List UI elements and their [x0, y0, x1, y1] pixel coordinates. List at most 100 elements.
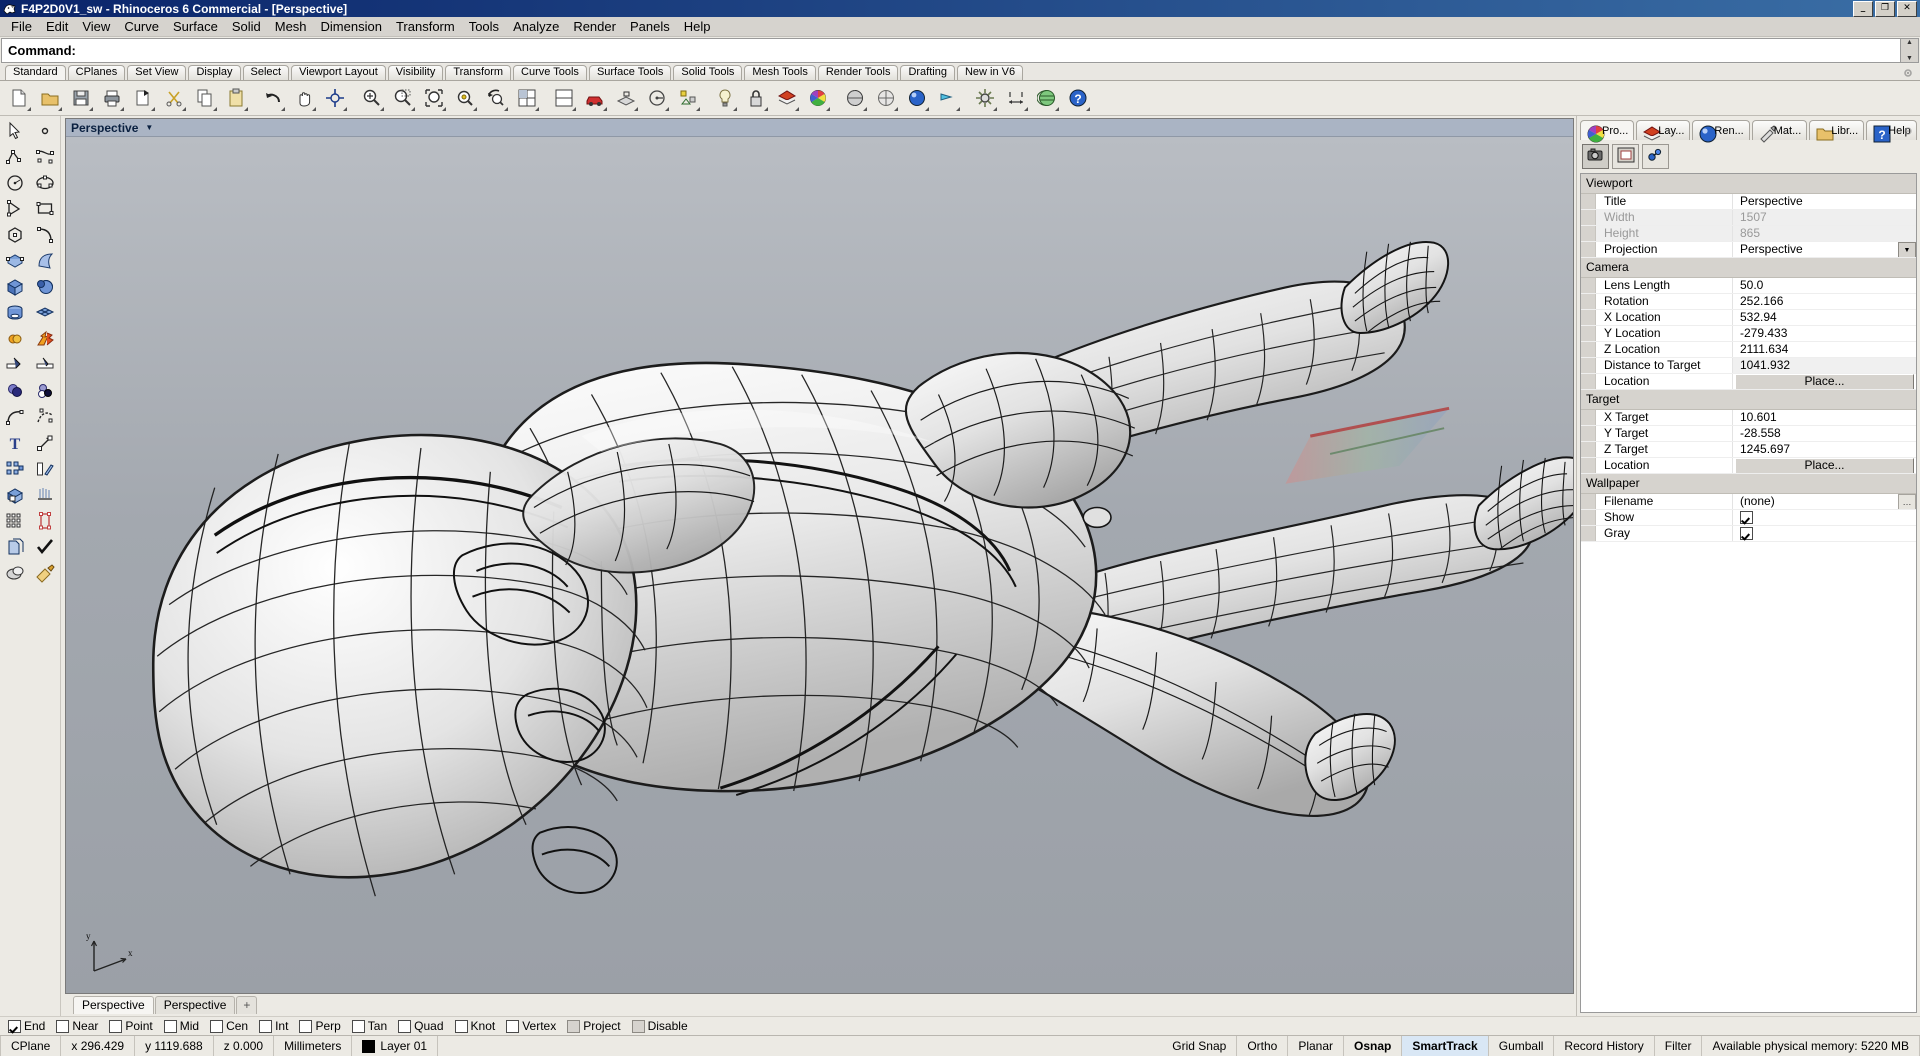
- flyout-corner-icon[interactable]: [696, 107, 700, 111]
- osnap-checkbox[interactable]: [210, 1020, 223, 1033]
- object-properties-button[interactable]: [1642, 144, 1669, 169]
- flyout-corner-icon[interactable]: [213, 107, 217, 111]
- restore-button[interactable]: ❐: [1875, 1, 1895, 17]
- flyout-corner-icon[interactable]: [281, 107, 285, 111]
- cut-scissors-button[interactable]: [159, 84, 188, 113]
- property-row-location[interactable]: LocationPlace...: [1581, 374, 1916, 390]
- zoom-extents-button[interactable]: [419, 84, 448, 113]
- flyout-corner-icon[interactable]: [120, 107, 124, 111]
- viewport-menu-chevron-down-icon[interactable]: ▼: [145, 123, 153, 132]
- options-gear-button[interactable]: [970, 84, 999, 113]
- osnap-checkbox[interactable]: [164, 1020, 177, 1033]
- extrude-button[interactable]: [0, 483, 29, 509]
- property-row-rotation[interactable]: Rotation252.166: [1581, 294, 1916, 310]
- menu-item-curve[interactable]: Curve: [117, 18, 166, 36]
- osnap-checkbox[interactable]: [8, 1020, 21, 1033]
- property-row-title[interactable]: TitlePerspective: [1581, 194, 1916, 210]
- flyout-corner-icon[interactable]: [411, 107, 415, 111]
- viewport-canvas[interactable]: y x: [66, 137, 1573, 993]
- copy-object-button[interactable]: [30, 457, 59, 483]
- property-value[interactable]: 2111.634: [1733, 342, 1916, 357]
- menu-item-edit[interactable]: Edit: [39, 18, 75, 36]
- osnap-checkbox[interactable]: [398, 1020, 411, 1033]
- browse-ellipsis-button[interactable]: …: [1898, 494, 1916, 509]
- flyout-corner-icon[interactable]: [764, 107, 768, 111]
- paste-clipboard-button[interactable]: [221, 84, 250, 113]
- menu-item-tools[interactable]: Tools: [462, 18, 506, 36]
- osnap-cen[interactable]: Cen: [210, 1019, 248, 1033]
- property-value[interactable]: 10.601: [1733, 410, 1916, 425]
- status-units[interactable]: Millimeters: [274, 1036, 352, 1056]
- four-viewport-button[interactable]: [512, 84, 541, 113]
- panel-options-gear-icon[interactable]: [1902, 125, 1914, 137]
- curve-control-points-button[interactable]: [30, 145, 59, 171]
- cylinder-button[interactable]: [0, 301, 29, 327]
- scroll-down-icon[interactable]: ▼: [1906, 55, 1913, 62]
- explode-button[interactable]: [30, 327, 59, 353]
- pan-hand-button[interactable]: [289, 84, 318, 113]
- osnap-checkbox[interactable]: [455, 1020, 468, 1033]
- rendered-sphere-button[interactable]: [902, 84, 931, 113]
- viewport-title-bar[interactable]: Perspective ▼: [66, 119, 1573, 137]
- osnap-project[interactable]: Project: [567, 1019, 620, 1033]
- property-value[interactable]: 252.166: [1733, 294, 1916, 309]
- menu-item-render[interactable]: Render: [566, 18, 623, 36]
- osnap-flat-button[interactable]: [567, 1020, 580, 1033]
- flyout-corner-icon[interactable]: [826, 107, 830, 111]
- sphere-button[interactable]: [30, 275, 59, 301]
- viewport-tab-1[interactable]: Perspective: [155, 996, 236, 1014]
- point-button[interactable]: [30, 119, 59, 145]
- osnap-flat-button[interactable]: [632, 1020, 645, 1033]
- osnap-quad[interactable]: Quad: [398, 1019, 443, 1033]
- property-row-z-target[interactable]: Z Target1245.697: [1581, 442, 1916, 458]
- osnap-checkbox[interactable]: [352, 1020, 365, 1033]
- zoom-selected-button[interactable]: [450, 84, 479, 113]
- menu-item-analyze[interactable]: Analyze: [506, 18, 566, 36]
- menu-item-help[interactable]: Help: [677, 18, 718, 36]
- flyout-corner-icon[interactable]: [795, 107, 799, 111]
- boolean-difference-button[interactable]: [0, 379, 29, 405]
- flyout-corner-icon[interactable]: [442, 107, 446, 111]
- property-checkbox[interactable]: [1740, 527, 1753, 540]
- panel-tab-mat[interactable]: Mat...: [1752, 120, 1808, 140]
- place-button[interactable]: Place...: [1735, 374, 1914, 389]
- shade-sphere-button[interactable]: [840, 84, 869, 113]
- polygon-triangle-button[interactable]: [0, 197, 29, 223]
- panel-tab-libr[interactable]: Libr...: [1809, 120, 1864, 140]
- toolbar-tab-visibility[interactable]: Visibility: [388, 65, 444, 80]
- flyout-corner-icon[interactable]: [504, 107, 508, 111]
- osnap-perp[interactable]: Perp: [299, 1019, 340, 1033]
- osnap-checkbox[interactable]: [109, 1020, 122, 1033]
- flyout-corner-icon[interactable]: [151, 107, 155, 111]
- toolbar-tab-drafting[interactable]: Drafting: [900, 65, 955, 80]
- status-grid-snap[interactable]: Grid Snap: [1162, 1036, 1237, 1056]
- property-row-show[interactable]: Show: [1581, 510, 1916, 526]
- split-button[interactable]: [30, 353, 59, 379]
- osnap-point[interactable]: Point: [109, 1019, 152, 1033]
- property-row-gray[interactable]: Gray: [1581, 526, 1916, 542]
- toolbar-tab-display[interactable]: Display: [188, 65, 240, 80]
- check-object-button[interactable]: [30, 535, 59, 561]
- flyout-corner-icon[interactable]: [1024, 107, 1028, 111]
- osnap-checkbox[interactable]: [259, 1020, 272, 1033]
- menu-item-mesh[interactable]: Mesh: [268, 18, 314, 36]
- menu-item-surface[interactable]: Surface: [166, 18, 225, 36]
- flyout-corner-icon[interactable]: [733, 107, 737, 111]
- fillet-curve-button[interactable]: [0, 405, 29, 431]
- open-file-button[interactable]: [35, 84, 64, 113]
- undo-arrow-button[interactable]: [258, 84, 287, 113]
- command-prompt-line[interactable]: Command:: [1, 38, 1900, 63]
- ellipse-button[interactable]: [30, 171, 59, 197]
- menu-item-transform[interactable]: Transform: [389, 18, 462, 36]
- surface-sweep-button[interactable]: [30, 249, 59, 275]
- toolbar-tab-curve-tools[interactable]: Curve Tools: [513, 65, 587, 80]
- property-value[interactable]: [1733, 510, 1916, 525]
- lock-button[interactable]: [741, 84, 770, 113]
- status-planar[interactable]: Planar: [1288, 1036, 1344, 1056]
- toolbar-tab-viewport-layout[interactable]: Viewport Layout: [291, 65, 386, 80]
- toolbar-options-gear-icon[interactable]: [1902, 67, 1914, 79]
- flyout-corner-icon[interactable]: [1055, 107, 1059, 111]
- flyout-corner-icon[interactable]: [27, 107, 31, 111]
- arc-button[interactable]: [30, 223, 59, 249]
- select-arrow-button[interactable]: [0, 119, 29, 145]
